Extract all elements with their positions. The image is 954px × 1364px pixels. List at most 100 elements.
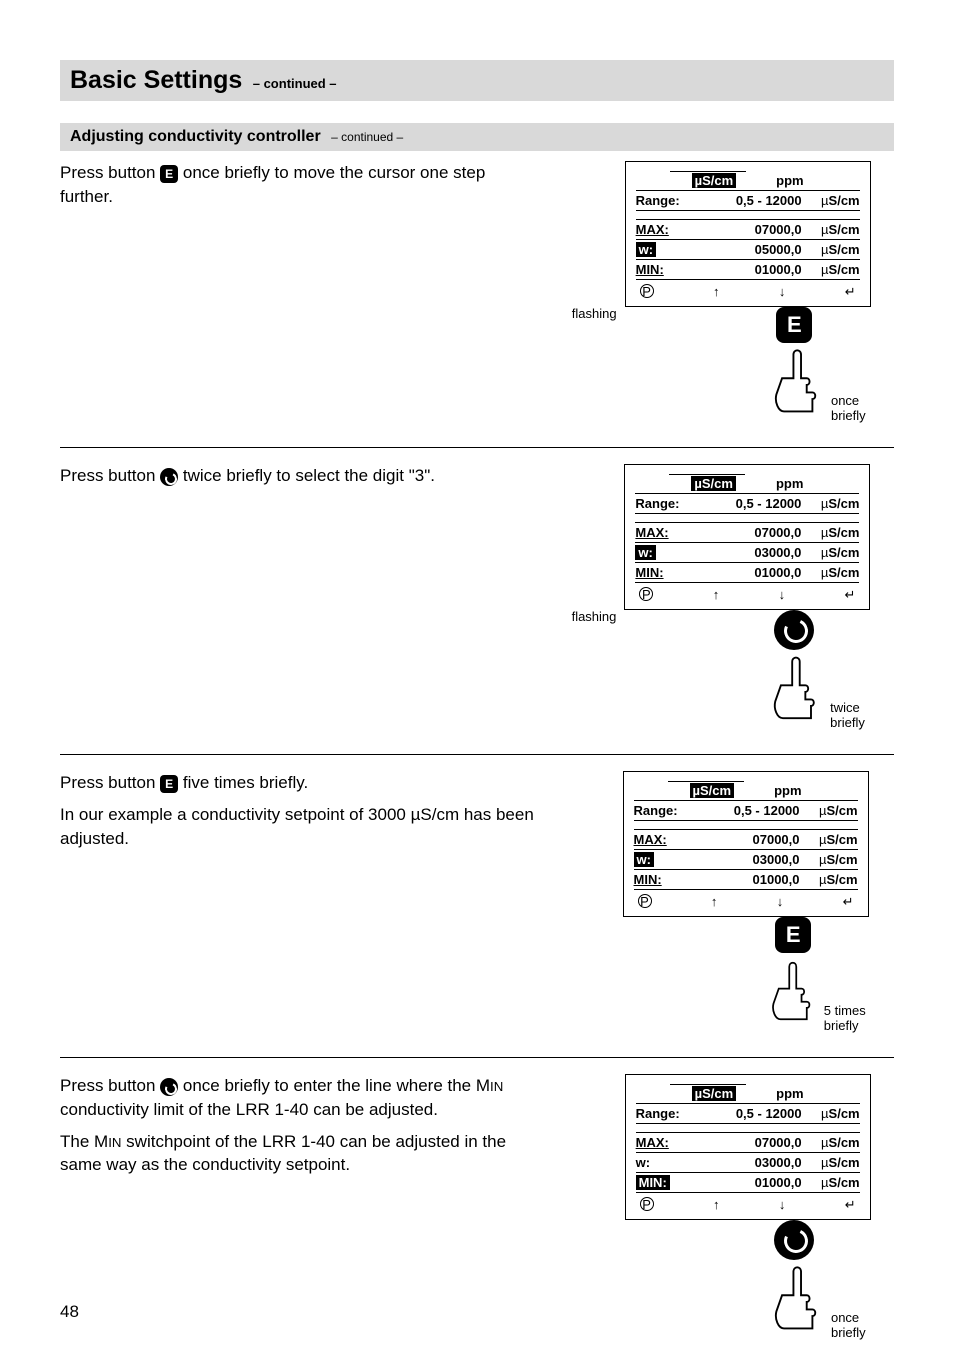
step-1-instruction: Press button E once briefly to move the … <box>60 161 554 217</box>
lcd-max-value: 07000,0 <box>707 525 807 540</box>
up-arrow-icon: ↑ <box>713 1197 720 1213</box>
text: switchpoint of the LRR 1-40 can be adjus… <box>60 1132 506 1175</box>
smallcaps: IN <box>108 1135 121 1150</box>
lcd-unit-ppm: ppm <box>776 476 803 491</box>
page-number: 48 <box>60 1302 79 1322</box>
lcd-min-label: MIN: <box>634 872 706 887</box>
rotate-button-big-icon <box>774 610 814 650</box>
lcd-max-label: MAX: <box>636 1135 708 1150</box>
text: Press button <box>60 1076 160 1095</box>
text: The M <box>60 1132 108 1151</box>
lcd-screen: µS/cmppm Range:0,5 - 12000µS/cm MAX:0700… <box>624 464 870 610</box>
section-title-sub: – continued – <box>331 130 403 144</box>
section-bar: Adjusting conductivity controller – cont… <box>60 123 894 151</box>
lcd-max-label: MAX: <box>636 222 708 237</box>
lcd-w-value: 05000,0 <box>708 242 808 257</box>
enter-icon: ↵ <box>845 284 856 300</box>
step-2-figure: flashing µS/cmppm Range:0,5 - 12000µS/cm… <box>564 464 894 730</box>
lcd-max-value: 07000,0 <box>708 1135 808 1150</box>
lcd-max-label: MAX: <box>634 832 706 847</box>
lcd-screen: µS/cmppm Range:0,5 - 12000µS/cm MAX:0700… <box>625 1074 871 1220</box>
up-arrow-icon: ↑ <box>713 284 720 300</box>
step-4-figure: µS/cmppm Range:0,5 - 12000µS/cm MAX:0700… <box>564 1074 894 1340</box>
enter-icon: ↵ <box>845 1197 856 1213</box>
step-1: Press button E once briefly to move the … <box>60 161 894 448</box>
lcd-w-label: w: <box>635 545 655 560</box>
flashing-label <box>564 771 615 916</box>
lcd-w-label: w: <box>634 852 654 867</box>
e-button-icon: E <box>160 165 178 183</box>
p-icon: P <box>638 894 652 908</box>
lcd-range-label: Range: <box>635 496 707 511</box>
down-arrow-icon: ↓ <box>777 894 784 910</box>
lcd-max-value: 07000,0 <box>706 832 806 847</box>
press-label: twice briefly <box>830 700 894 730</box>
p-icon: P <box>640 284 654 298</box>
step-3-figure: µS/cmppm Range:0,5 - 12000µS/cm MAX:0700… <box>564 771 894 1033</box>
step-2: Press button twice briefly to select the… <box>60 464 894 755</box>
step-2-instruction: Press button twice briefly to select the… <box>60 464 554 496</box>
lcd-screen: µS/cmppm Range:0,5 - 12000µµS/cmS/cm MAX… <box>625 161 871 307</box>
down-arrow-icon: ↓ <box>779 284 786 300</box>
e-button-big-icon: E <box>775 917 811 953</box>
text: Press button <box>60 773 160 792</box>
lcd-range-value: 0,5 - 12000 <box>706 803 806 818</box>
e-button-icon: E <box>160 775 178 793</box>
lcd-nav-row: P ↑ ↓ ↵ <box>636 1197 860 1213</box>
lcd-screen: µS/cmppm Range:0,5 - 12000µS/cm MAX:0700… <box>623 771 869 917</box>
step-3-instruction: Press button E five times briefly. In ou… <box>60 771 554 858</box>
rotate-button-icon <box>160 1078 178 1096</box>
text: conductivity limit of the LRR 1-40 can b… <box>60 1100 438 1119</box>
lcd-max-label: MAX: <box>635 525 707 540</box>
lcd-unit-ppm: ppm <box>776 173 803 188</box>
down-arrow-icon: ↓ <box>779 1197 786 1213</box>
lcd-w-value: 03000,0 <box>708 1155 808 1170</box>
lcd-min-value: 01000,0 <box>708 262 808 277</box>
page-title-sub: – continued – <box>253 76 337 91</box>
lcd-min-value: 01000,0 <box>707 565 807 580</box>
press-label: 5 times briefly <box>824 1003 894 1033</box>
lcd-unit-selected: µS/cm <box>692 1086 737 1101</box>
text: twice briefly to select the digit "3". <box>178 466 435 485</box>
p-icon: P <box>640 1197 654 1211</box>
page-title: Basic Settings <box>70 66 242 94</box>
step-3-extra: In our example a conductivity setpoint o… <box>60 803 534 851</box>
step-4: Press button once briefly to enter the l… <box>60 1074 894 1364</box>
lcd-min-value: 01000,0 <box>706 872 806 887</box>
lcd-unit-ppm: ppm <box>774 783 801 798</box>
step-1-figure: flashing µS/cmppm Range:0,5 - 12000µµS/c… <box>564 161 894 423</box>
flashing-label <box>564 1074 617 1219</box>
smallcaps: IN <box>490 1079 503 1094</box>
lcd-range-value: 0,5 - 12000 <box>708 1106 808 1121</box>
flashing-label: flashing <box>564 464 616 624</box>
enter-icon: ↵ <box>844 587 855 603</box>
enter-icon: ↵ <box>843 894 854 910</box>
text: once briefly to enter the line where the… <box>178 1076 490 1095</box>
down-arrow-icon: ↓ <box>779 587 786 603</box>
finger-press-icon <box>765 1260 831 1340</box>
text: Press button <box>60 466 160 485</box>
finger-press-icon <box>764 650 830 730</box>
press-label: once briefly <box>831 393 894 423</box>
step-3: Press button E five times briefly. In ou… <box>60 771 894 1058</box>
p-icon: P <box>639 587 653 601</box>
lcd-range-value: 0,5 - 12000 <box>708 193 808 208</box>
lcd-range-label: Range: <box>636 193 708 208</box>
lcd-min-label: MIN: <box>636 1175 670 1190</box>
lcd-w-label: w: <box>636 1155 708 1170</box>
lcd-range-label: Range: <box>636 1106 708 1121</box>
press-label: once briefly <box>831 1310 894 1340</box>
lcd-range-label: Range: <box>634 803 706 818</box>
lcd-nav-row: P↑↓↵ <box>635 587 859 603</box>
rotate-button-icon <box>160 468 178 486</box>
flashing-label: flashing <box>564 161 617 321</box>
rotate-button-big-icon <box>774 1220 814 1260</box>
step-4-instruction: Press button once briefly to enter the l… <box>60 1074 554 1185</box>
section-title: Adjusting conductivity controller <box>70 128 321 145</box>
lcd-min-label: MIN: <box>636 262 708 277</box>
lcd-range-value: 0,5 - 12000 <box>707 496 807 511</box>
lcd-unit-selected: µS/cm <box>692 173 737 188</box>
finger-press-icon <box>763 953 824 1033</box>
finger-press-icon <box>765 343 831 423</box>
lcd-nav-row: P↑↓↵ <box>634 894 858 910</box>
